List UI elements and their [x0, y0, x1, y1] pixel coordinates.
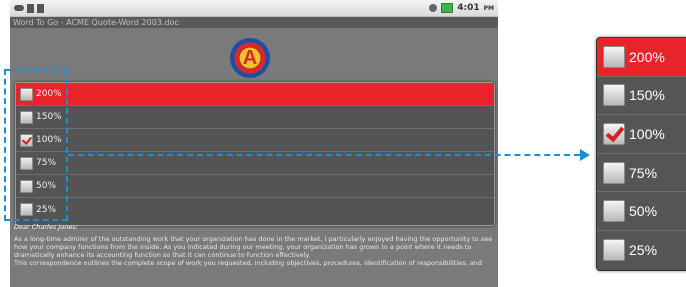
battery-icon [441, 3, 454, 13]
zoom-option-25[interactable]: 25% [16, 198, 494, 221]
clock-time: 4:01 [457, 3, 480, 13]
notification-icons [14, 2, 44, 14]
zoom-detail-label: 25% [629, 242, 658, 259]
zoom-detail-label: 75% [629, 164, 658, 181]
wifi-icon [429, 4, 438, 12]
zoom-option-200[interactable]: 200% [16, 83, 494, 106]
checkmark-icon [603, 122, 625, 145]
zoom-detail-panel: 200% 150% 100% 75% 50% 25% [596, 37, 686, 271]
arrow-right-icon [580, 149, 590, 161]
callout-highlight-box [4, 69, 68, 221]
window-title: Word To Go - ACME Quote-Word 2003.doc [10, 17, 498, 28]
zoom-detail-label: 200% [629, 48, 665, 65]
zoom-detail-option-200[interactable]: 200% [597, 38, 686, 77]
zoom-detail-option-100[interactable]: 100% [597, 115, 686, 154]
zoom-detail-option-75[interactable]: 75% [597, 154, 686, 193]
callout-connector-line [68, 154, 580, 156]
logo-letter: A [242, 46, 258, 69]
checkbox-icon [603, 84, 625, 107]
zoom-detail-option-50[interactable]: 50% [597, 192, 686, 231]
zoom-option-50[interactable]: 50% [16, 175, 494, 198]
checkbox-icon [603, 200, 625, 223]
phone-screen: 4:01 PM Word To Go - ACME Quote-Word 200… [10, 0, 498, 287]
zoom-detail-option-25[interactable]: 25% [597, 231, 686, 270]
zoom-detail-option-150[interactable]: 150% [597, 77, 686, 116]
checkbox-icon [603, 161, 625, 184]
status-right: 4:01 PM [429, 1, 494, 15]
zoom-detail-label: 50% [629, 203, 658, 220]
document-body: Dear Charles Jones: As a long-time admir… [10, 223, 498, 267]
zoom-detail-label: 150% [629, 87, 665, 104]
zoom-option-100[interactable]: 100% [16, 129, 494, 152]
zoom-option-150[interactable]: 150% [16, 106, 494, 129]
document-paragraph: This correspondence outlines the complet… [14, 259, 482, 267]
checkbox-icon [603, 239, 625, 262]
usb-icon [14, 5, 24, 11]
document-paragraph: As a long-time admirer of the outstandin… [14, 235, 493, 259]
sd-card-icon [27, 3, 34, 13]
zoom-detail-label: 100% [629, 125, 665, 142]
company-logo: A [230, 38, 270, 78]
document-greeting: Dear Charles Jones: [14, 223, 78, 231]
clock-ampm: PM [483, 4, 494, 12]
status-bar: 4:01 PM [10, 0, 498, 17]
debug-icon [37, 3, 44, 13]
checkbox-icon [603, 45, 625, 68]
